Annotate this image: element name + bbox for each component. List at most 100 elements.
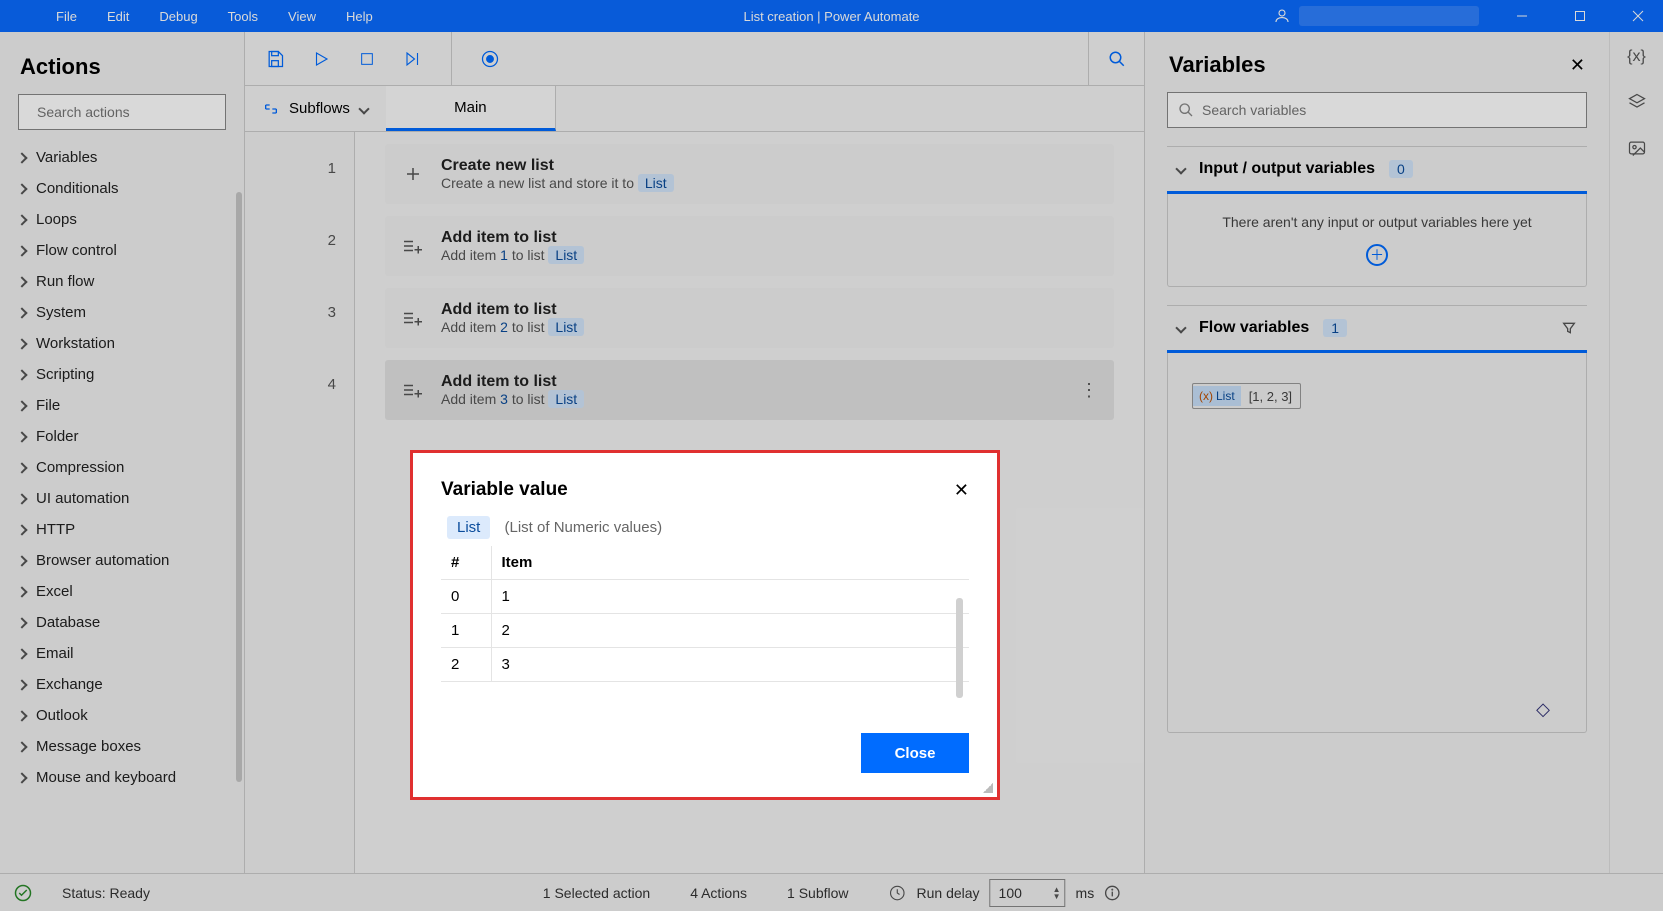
chevron-right-icon [16,338,27,349]
category-label: Compression [36,459,124,476]
line-number: 3 [245,276,354,348]
category-ui-automation[interactable]: UI automation [0,483,244,514]
category-variables[interactable]: Variables [0,142,244,173]
modal-scrollbar[interactable] [956,598,963,698]
category-label: Variables [36,149,97,166]
tab-main[interactable]: Main [386,86,556,131]
category-excel[interactable]: Excel [0,576,244,607]
record-button[interactable] [478,47,502,71]
category-database[interactable]: Database [0,607,244,638]
menu-view[interactable]: View [288,9,316,24]
category-file[interactable]: File [0,390,244,421]
menu-tools[interactable]: Tools [228,9,258,24]
close-window-button[interactable] [1613,0,1663,32]
chevron-right-icon [16,400,27,411]
line-gutter: 1234 [245,132,355,873]
filter-icon[interactable] [1561,320,1577,336]
list-add-icon [401,237,425,255]
subflows-dropdown[interactable]: Subflows [245,86,386,131]
menu-edit[interactable]: Edit [107,9,129,24]
actions-search-input[interactable] [37,104,218,120]
step-title: Add item to list [441,373,1098,391]
category-loops[interactable]: Loops [0,204,244,235]
category-run-flow[interactable]: Run flow [0,266,244,297]
table-row[interactable]: 23 [441,648,969,682]
table-row[interactable]: 01 [441,580,969,614]
menu-bar: File Edit Debug Tools View Help [0,9,373,24]
image-icon[interactable] [1627,138,1647,158]
close-button[interactable]: Close [861,733,969,773]
chevron-right-icon [16,679,27,690]
run-delay-input[interactable]: 100 ▲ ▼ [990,879,1066,907]
category-folder[interactable]: Folder [0,421,244,452]
list-add-icon [401,381,425,399]
flow-step[interactable]: Add item to listAdd item 2 to list List [385,288,1114,348]
run-button[interactable] [309,47,333,71]
category-label: Browser automation [36,552,169,569]
category-scripting[interactable]: Scripting [0,359,244,390]
category-email[interactable]: Email [0,638,244,669]
step-title: Add item to list [441,301,1098,319]
category-http[interactable]: HTTP [0,514,244,545]
table-row[interactable]: 12 [441,614,969,648]
category-exchange[interactable]: Exchange [0,669,244,700]
variables-search[interactable] [1167,92,1587,128]
variables-title: Variables [1169,52,1266,78]
actions-scrollbar[interactable] [236,192,242,782]
stop-button[interactable] [355,47,379,71]
flow-step[interactable]: Add item to listAdd item 3 to list List⋮ [385,360,1114,420]
io-vars-header[interactable]: Input / output variables 0 [1167,146,1587,194]
chevron-right-icon [16,369,27,380]
close-panel-button[interactable]: ✕ [1570,55,1585,76]
step-menu-button[interactable]: ⋮ [1080,380,1098,401]
flow-step[interactable]: Add item to listAdd item 1 to list List [385,216,1114,276]
value-table: # Item 011223 [441,546,969,682]
layers-icon[interactable] [1627,92,1647,112]
cell-index: 1 [441,614,491,648]
flow-step[interactable]: Create new listCreate a new list and sto… [385,144,1114,204]
category-mouse-and-keyboard[interactable]: Mouse and keyboard [0,762,244,793]
category-label: Workstation [36,335,115,352]
step-button[interactable] [401,47,425,71]
category-label: System [36,304,86,321]
category-label: Message boxes [36,738,141,755]
col-index: # [441,546,491,580]
add-io-var-button[interactable]: ＋ [1366,244,1388,266]
menu-file[interactable]: File [56,9,77,24]
status-bar: Status: Ready 1 Selected action 4 Action… [0,873,1663,911]
category-outlook[interactable]: Outlook [0,700,244,731]
category-flow-control[interactable]: Flow control [0,235,244,266]
actions-search[interactable] [18,94,226,130]
flow-vars-header[interactable]: Flow variables 1 [1167,305,1587,353]
category-browser-automation[interactable]: Browser automation [0,545,244,576]
category-compression[interactable]: Compression [0,452,244,483]
info-icon[interactable] [1104,885,1120,901]
menu-help[interactable]: Help [346,9,373,24]
category-message-boxes[interactable]: Message boxes [0,731,244,762]
variables-search-input[interactable] [1202,102,1576,118]
stepper-down-icon[interactable]: ▼ [1053,893,1061,900]
category-system[interactable]: System [0,297,244,328]
resize-handle[interactable] [983,783,993,793]
chevron-right-icon [16,617,27,628]
designer-search-button[interactable] [1088,32,1144,86]
chevron-right-icon [16,431,27,442]
status-subflows: 1 Subflow [787,885,848,901]
flow-variable-row[interactable]: (x) List [1, 2, 3] [1180,373,1574,419]
clear-button[interactable]: ◇ [1536,699,1550,720]
run-delay-label: Run delay [917,885,980,901]
modal-close-button[interactable]: ✕ [954,480,969,501]
category-label: Conditionals [36,180,119,197]
menu-debug[interactable]: Debug [159,9,197,24]
minimize-button[interactable] [1497,0,1547,32]
chevron-right-icon [16,462,27,473]
variables-rail-icon[interactable]: {x} [1627,48,1646,66]
maximize-button[interactable] [1555,0,1605,32]
category-conditionals[interactable]: Conditionals [0,173,244,204]
line-number: 4 [245,348,354,420]
chevron-right-icon [16,276,27,287]
variable-chip[interactable]: (x) List [1, 2, 3] [1192,383,1301,409]
toolbar [245,32,1144,86]
save-button[interactable] [263,47,287,71]
category-workstation[interactable]: Workstation [0,328,244,359]
